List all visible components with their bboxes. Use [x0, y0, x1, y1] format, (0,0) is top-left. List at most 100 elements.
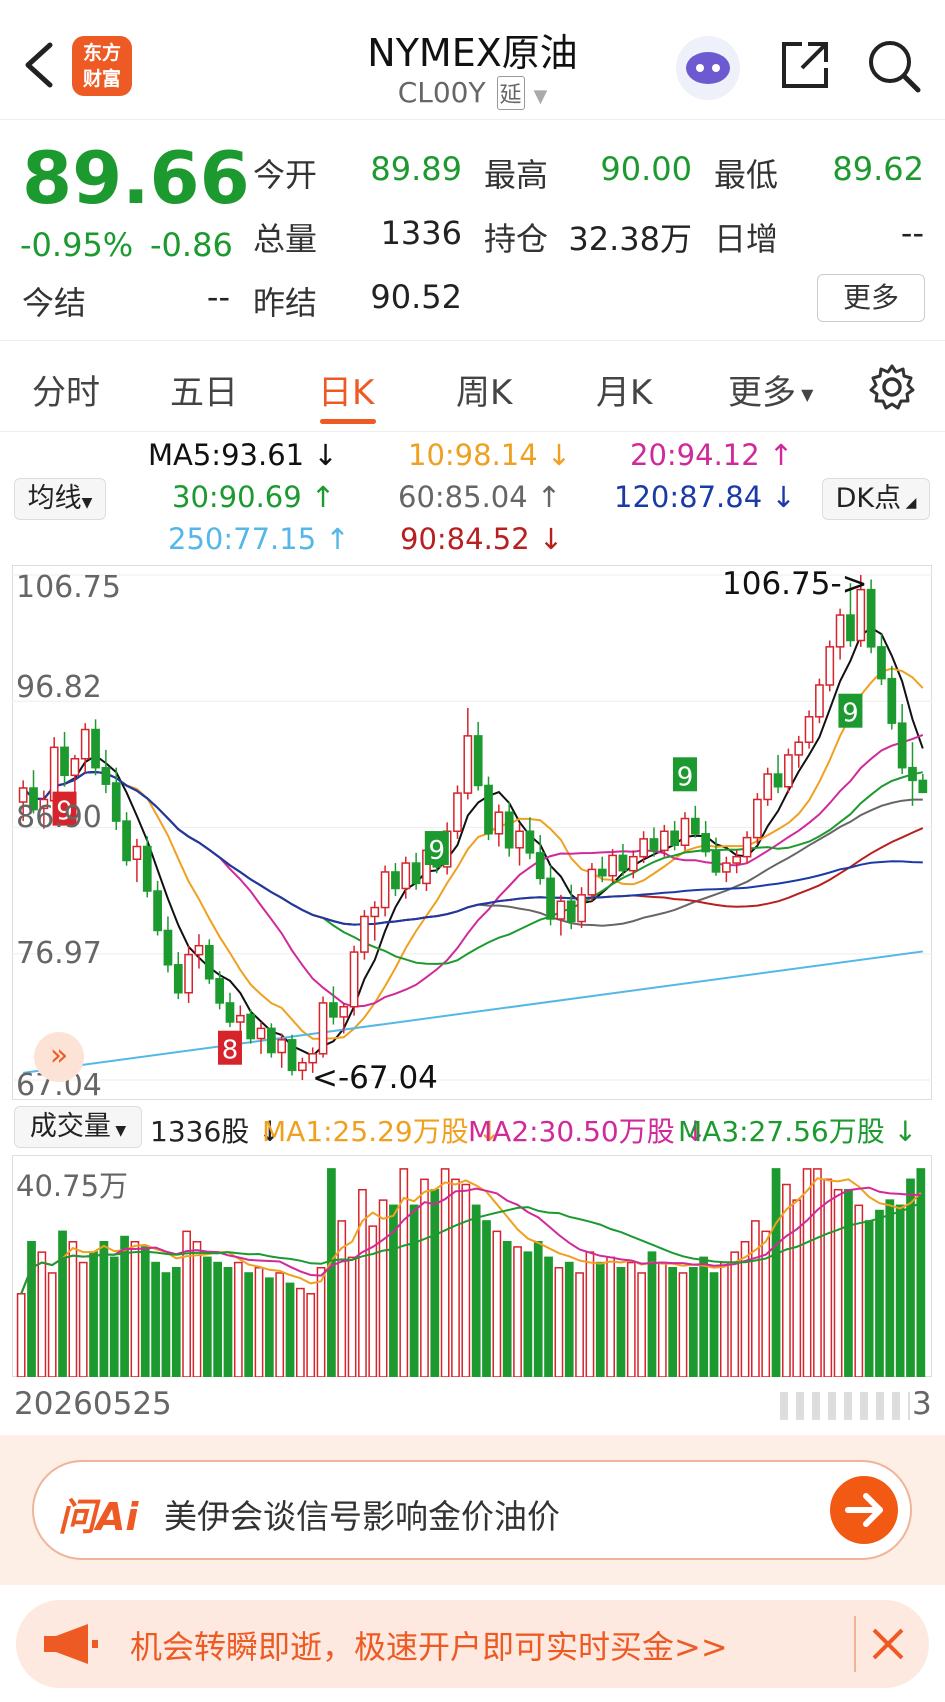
candle-body: [391, 871, 400, 890]
volume-bar: [709, 1272, 719, 1377]
low-value: 89.62: [832, 150, 924, 188]
quote-panel: 89.66 -0.95% -0.86 今开 89.89 最高 90.00 最低 …: [0, 122, 945, 340]
share-icon[interactable]: [778, 38, 832, 92]
y-tick-3: 86.90: [16, 800, 102, 835]
volume-bar: [68, 1240, 78, 1377]
candle-body: [360, 915, 369, 953]
volume-bar: [171, 1266, 181, 1377]
ma-selector-label: 均线: [27, 483, 82, 514]
volume-bar: [37, 1251, 47, 1377]
candle-body: [153, 890, 162, 932]
volume-bar: [213, 1261, 223, 1377]
volume-chart[interactable]: [12, 1155, 932, 1377]
search-icon[interactable]: [866, 38, 922, 94]
volume-bar: [89, 1251, 98, 1377]
promo-banner[interactable]: 机会转瞬即逝，极速开户即可实时买金>>: [16, 1600, 929, 1688]
ma90-legend: 90:84.52 ↓: [400, 522, 564, 556]
candle-body: [91, 728, 100, 769]
candle-body: [122, 820, 131, 862]
tab-five-day[interactable]: 五日: [170, 365, 238, 414]
volume-bar: [502, 1240, 512, 1377]
candle-body: [142, 845, 152, 892]
volume-bar: [130, 1240, 140, 1377]
more-quote-button[interactable]: 更多: [817, 274, 925, 322]
volume-bar: [120, 1235, 129, 1377]
candle-body: [711, 850, 721, 873]
candle-body: [877, 646, 886, 680]
volume-value: 1336: [380, 214, 462, 252]
candle-body: [225, 1002, 235, 1023]
volume-bar: [523, 1251, 533, 1377]
tab-intraday[interactable]: 分时: [32, 365, 100, 414]
candle-body: [101, 766, 111, 785]
candle-body: [349, 951, 359, 1008]
tab-daily-k[interactable]: 日K: [318, 365, 374, 414]
dk-point-button[interactable]: DK点 ◢: [822, 478, 930, 520]
date-label-right: 3: [912, 1386, 932, 1422]
volume-bar: [16, 1293, 26, 1377]
volume-bar: [492, 1230, 502, 1377]
candle-body: [649, 838, 659, 852]
candle-body: [246, 1013, 256, 1040]
candle-body: [742, 836, 752, 858]
volume-bar: [140, 1246, 150, 1377]
candle-body: [453, 792, 462, 833]
volume-selector-label: 成交量: [29, 1111, 111, 1142]
settings-gear-icon[interactable]: [868, 363, 916, 411]
candle-body: [866, 588, 876, 648]
ai-question-bar[interactable]: 问Ai 美伊会谈信号影响金价油价: [32, 1460, 912, 1560]
timeline-scroller[interactable]: [780, 1392, 910, 1420]
volume-bar: [823, 1178, 833, 1377]
ma-selector-button[interactable]: 均线▼: [14, 478, 106, 520]
candle-body: [763, 773, 773, 801]
volume-bar: [161, 1272, 171, 1377]
close-icon[interactable]: [868, 1624, 908, 1664]
candle-body: [680, 817, 690, 846]
volume-bar: [844, 1188, 853, 1377]
candle-body: [463, 735, 473, 794]
volume-indicator-selector[interactable]: 成交量 ▼: [14, 1106, 142, 1148]
candle-body: [659, 830, 669, 852]
volume-bar: [637, 1272, 646, 1377]
tab-weekly-k[interactable]: 周K: [456, 365, 512, 414]
volume-bar: [151, 1261, 160, 1377]
candle-body: [670, 830, 680, 846]
tab-more-label: 更多: [728, 373, 796, 413]
candle-body: [577, 894, 586, 923]
candle-body: [753, 798, 762, 839]
candle-body: [628, 855, 638, 872]
tab-monthly-k[interactable]: 月K: [596, 365, 652, 414]
open-label: 今开: [253, 156, 318, 194]
volume-bar: [885, 1199, 895, 1377]
volume-bar: [533, 1240, 543, 1377]
ai-go-button[interactable]: [830, 1476, 898, 1544]
candle-body: [732, 855, 742, 864]
candle-body: [784, 754, 793, 788]
candle-body: [773, 773, 783, 788]
volume-bar: [647, 1251, 657, 1377]
change-percent: -0.95%: [20, 226, 134, 264]
candle-body: [535, 852, 545, 880]
volume-bar: [99, 1240, 109, 1377]
delay-badge: 延: [496, 76, 525, 110]
candle-body: [411, 862, 421, 885]
prev-settlement-label: 昨结: [253, 284, 318, 322]
candle-body: [194, 944, 204, 956]
assistant-avatar-icon[interactable]: [676, 36, 740, 100]
tab-more[interactable]: 更多 ▼: [728, 365, 813, 414]
candle-body: [287, 1039, 297, 1072]
candle-body: [380, 871, 390, 909]
volume-bar: [409, 1204, 419, 1377]
ma60-legend: 60:85.04 ↑: [398, 480, 562, 514]
volume-bar: [420, 1178, 429, 1377]
corner-triangle-icon: ◢: [901, 495, 917, 511]
candle-body: [908, 766, 917, 782]
volume-bar: [678, 1272, 688, 1377]
caret-down-icon: ▼: [81, 495, 93, 511]
candle-body: [256, 1027, 266, 1040]
candle-body: [473, 735, 483, 787]
kline-chart[interactable]: 98999: [12, 565, 932, 1100]
volume-bar: [895, 1204, 905, 1377]
double-chevron-right-icon[interactable]: »: [34, 1032, 84, 1082]
volume-bar: [378, 1199, 388, 1377]
